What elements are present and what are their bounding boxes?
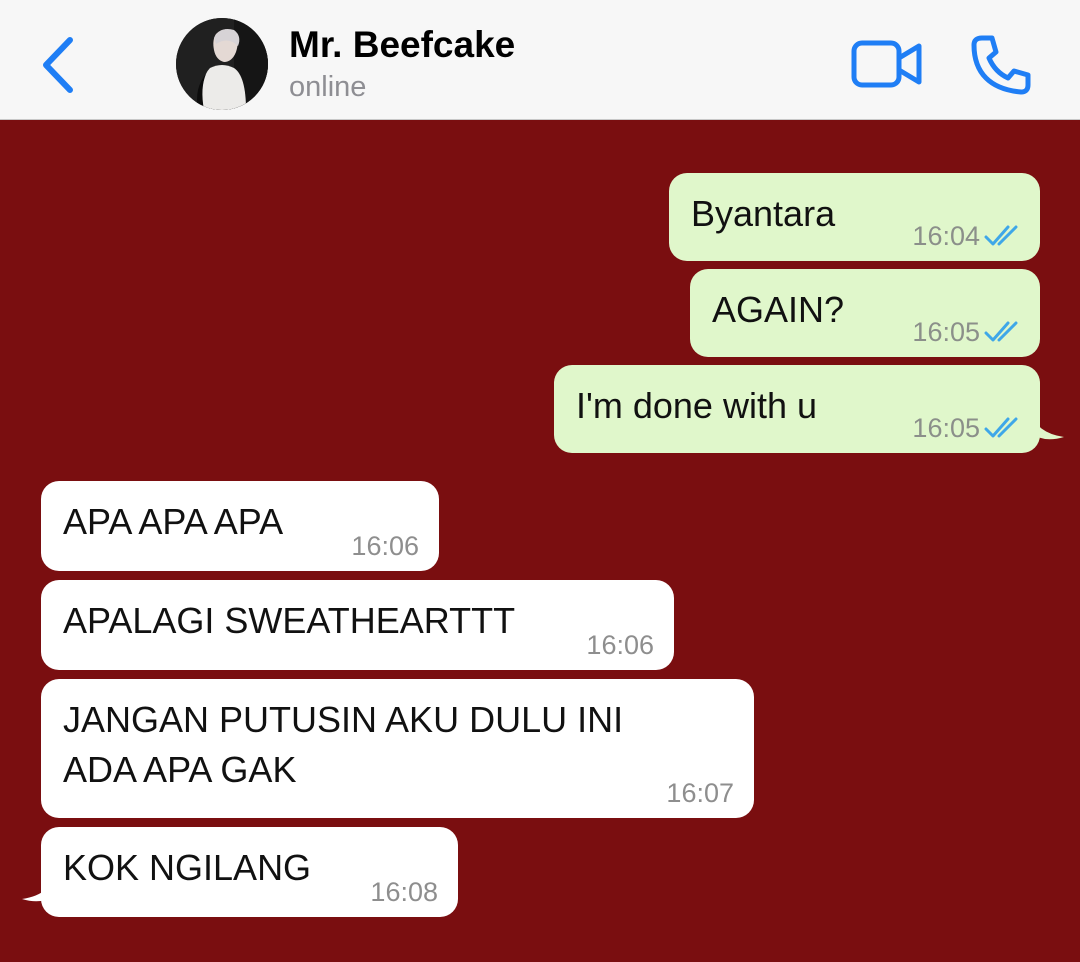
message-meta: 16:04 [912, 221, 1026, 251]
incoming-message[interactable]: APA APA APA 16:06 [41, 481, 439, 571]
message-meta: 16:07 [666, 778, 734, 808]
outgoing-message[interactable]: I'm done with u 16:05 [554, 365, 1040, 453]
message-meta: 16:06 [351, 531, 419, 561]
phone-icon [971, 35, 1031, 95]
chat-header: Mr. Beefcake online [0, 0, 1080, 120]
incoming-message[interactable]: APALAGI SWEATHEARTTT 16:06 [41, 580, 674, 670]
double-check-icon [984, 417, 1018, 438]
video-call-button[interactable] [849, 36, 925, 92]
message-time: 16:06 [586, 630, 654, 660]
message-time: 16:08 [370, 877, 438, 907]
bubble-tail [22, 873, 56, 902]
outgoing-message[interactable]: Byantara 16:04 [669, 173, 1040, 261]
message-time: 16:04 [912, 221, 980, 251]
message-text: I'm done with u [576, 385, 817, 426]
contact-name[interactable]: Mr. Beefcake [289, 24, 515, 66]
avatar[interactable] [176, 18, 268, 110]
contact-status: online [289, 71, 367, 103]
message-time: 16:07 [666, 778, 734, 808]
message-text: KOK NGILANG [63, 847, 312, 888]
message-text: Byantara [691, 193, 836, 234]
incoming-message[interactable]: JANGAN PUTUSIN AKU DULU INI ADA APA GAK … [41, 679, 754, 818]
message-time: 16:05 [912, 317, 980, 347]
message-time: 16:06 [351, 531, 419, 561]
bubble-tail [1030, 411, 1064, 440]
message-text: JANGAN PUTUSIN AKU DULU INI ADA APA GAK [63, 699, 624, 790]
double-check-icon [984, 225, 1018, 246]
outgoing-message[interactable]: AGAIN? 16:05 [690, 269, 1040, 357]
double-check-icon [984, 321, 1018, 342]
message-time: 16:05 [912, 413, 980, 443]
message-text: APA APA APA [63, 501, 284, 542]
message-meta: 16:05 [912, 317, 1026, 347]
message-text: AGAIN? [712, 289, 845, 330]
incoming-message[interactable]: KOK NGILANG 16:08 [41, 827, 458, 917]
contact-photo [176, 18, 268, 110]
video-camera-icon [851, 40, 922, 88]
voice-call-button[interactable] [968, 32, 1034, 98]
message-meta: 16:05 [912, 413, 1026, 443]
chevron-left-icon [43, 37, 73, 93]
message-meta: 16:08 [370, 877, 438, 907]
message-text: APALAGI SWEATHEARTTT [63, 600, 516, 641]
back-button[interactable] [36, 34, 80, 96]
message-meta: 16:06 [586, 630, 654, 660]
message-list[interactable]: Byantara 16:04 AGAIN? 16:05 I'm done wit… [0, 121, 1080, 962]
